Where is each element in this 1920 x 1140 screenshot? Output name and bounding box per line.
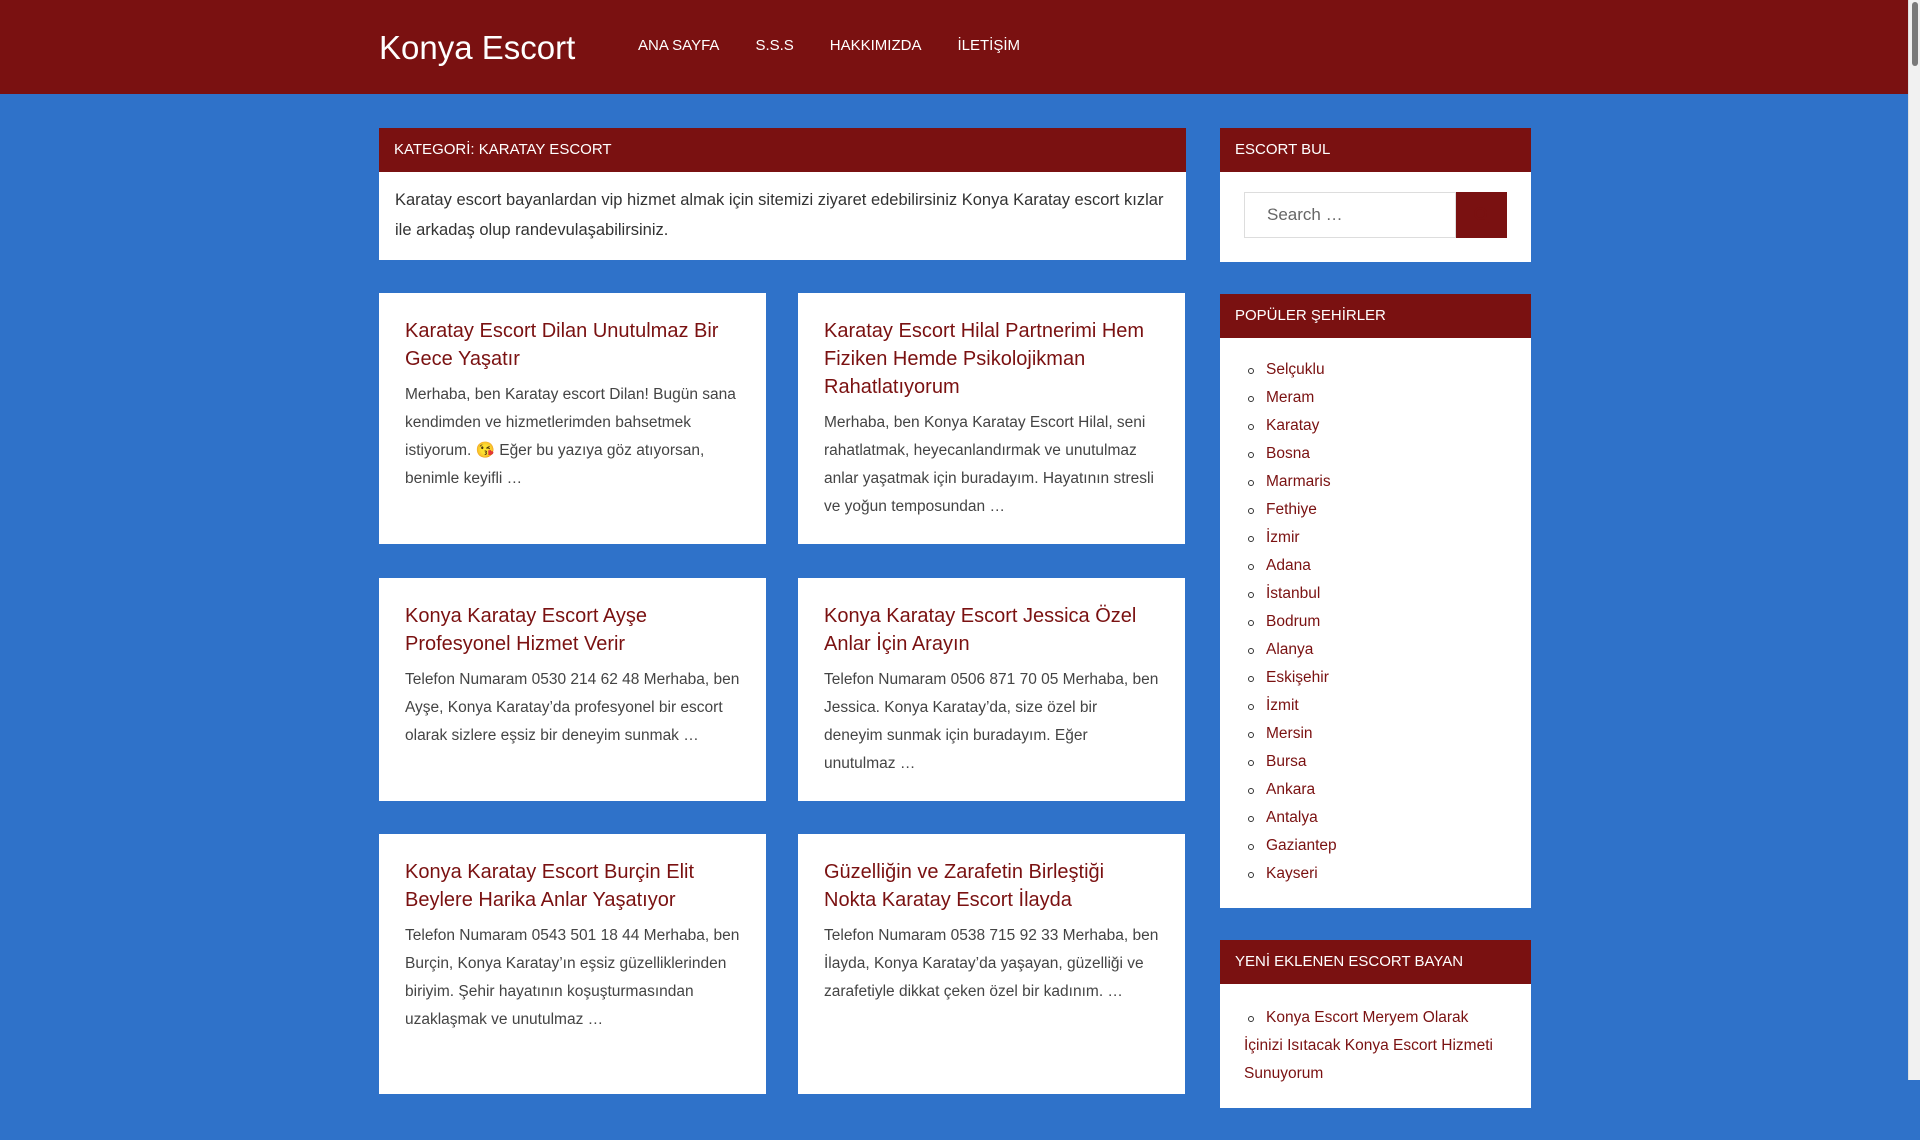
city-link-meram[interactable]: Meram bbox=[1244, 384, 1507, 412]
site-header: Konya Escort ANA SAYFA S.S.S HAKKIMIZDA … bbox=[0, 0, 1908, 94]
post-card: Konya Karatay Escort Ayşe Profesyonel Hi… bbox=[379, 578, 766, 801]
city-link-istanbul[interactable]: İstanbul bbox=[1244, 580, 1507, 608]
recent-posts-widget: YENİ EKLENEN ESCORT BAYAN Konya Escort M… bbox=[1220, 940, 1531, 1108]
post-excerpt: Merhaba, ben Konya Karatay Escort Hilal,… bbox=[824, 414, 1154, 515]
recent-posts-list: Konya Escort Meryem Olarak İçinizi Isıta… bbox=[1220, 984, 1531, 1108]
search-form bbox=[1244, 192, 1507, 238]
post-excerpt: Telefon Numaram 0543 501 18 44 Merhaba, … bbox=[405, 927, 740, 1028]
search-button[interactable] bbox=[1456, 192, 1507, 238]
archive-description: Karatay escort bayanlardan vip hizmet al… bbox=[395, 191, 1164, 239]
post-card: Konya Karatay Escort Burçin Elit Beylere… bbox=[379, 834, 766, 1094]
city-link-antalya[interactable]: Antalya bbox=[1244, 804, 1507, 832]
post-card: Güzelliğin ve Zarafetin Birleştiği Nokta… bbox=[798, 834, 1185, 1094]
post-card: Konya Karatay Escort Jessica Özel Anlar … bbox=[798, 578, 1185, 801]
city-link-fethiye[interactable]: Fethiye bbox=[1244, 496, 1507, 524]
city-link-mersin[interactable]: Mersin bbox=[1244, 720, 1507, 748]
recent-post-link[interactable]: Konya Escort Meryem Olarak İçinizi Isıta… bbox=[1244, 1009, 1493, 1082]
scrollbar-thumb[interactable] bbox=[1912, 2, 1918, 66]
main-content: KATEGORİ: KARATAY ESCORT Karatay escort … bbox=[379, 128, 1186, 1094]
recent-post-item: Konya Escort Meryem Olarak İçinizi Isıta… bbox=[1244, 1004, 1507, 1088]
site-title-link[interactable]: Konya Escort bbox=[379, 28, 575, 68]
city-link-bosna[interactable]: Bosna bbox=[1244, 440, 1507, 468]
city-link-kayseri[interactable]: Kayseri bbox=[1244, 860, 1507, 888]
city-link-marmaris[interactable]: Marmaris bbox=[1244, 468, 1507, 496]
city-link-karatay[interactable]: Karatay bbox=[1244, 412, 1507, 440]
post-card: Karatay Escort Hilal Partnerimi Hem Fizi… bbox=[798, 293, 1185, 544]
city-link-eskisehir[interactable]: Eskişehir bbox=[1244, 664, 1507, 692]
post-card: Karatay Escort Dilan Unutulmaz Bir Gece … bbox=[379, 293, 766, 544]
city-link-alanya[interactable]: Alanya bbox=[1244, 636, 1507, 664]
post-title-link[interactable]: Karatay Escort Dilan Unutulmaz Bir Gece … bbox=[405, 317, 740, 373]
recent-posts-title: YENİ EKLENEN ESCORT BAYAN bbox=[1220, 940, 1531, 984]
search-input[interactable] bbox=[1244, 192, 1456, 238]
city-link-gaziantep[interactable]: Gaziantep bbox=[1244, 832, 1507, 860]
city-link-izmit[interactable]: İzmit bbox=[1244, 692, 1507, 720]
nav-item-ana-sayfa[interactable]: ANA SAYFA bbox=[620, 36, 737, 56]
post-excerpt: Telefon Numaram 0506 871 70 05 Merhaba, … bbox=[824, 671, 1159, 772]
city-link-ankara[interactable]: Ankara bbox=[1244, 776, 1507, 804]
post-title-link[interactable]: Karatay Escort Hilal Partnerimi Hem Fizi… bbox=[824, 317, 1159, 401]
city-link-izmir[interactable]: İzmir bbox=[1244, 524, 1507, 552]
city-link-bursa[interactable]: Bursa bbox=[1244, 748, 1507, 776]
city-list: Selçuklu Meram Karatay Bosna Marmaris Fe… bbox=[1220, 338, 1531, 908]
page: Konya Escort ANA SAYFA S.S.S HAKKIMIZDA … bbox=[0, 0, 1908, 1108]
search-widget-body bbox=[1220, 172, 1531, 262]
popular-cities-title: POPÜLER ŞEHİRLER bbox=[1220, 294, 1531, 338]
page-scrollbar[interactable] bbox=[1908, 0, 1920, 1080]
post-excerpt: Merhaba, ben Karatay escort Dilan! Bugün… bbox=[405, 386, 736, 487]
post-title-link[interactable]: Konya Karatay Escort Burçin Elit Beylere… bbox=[405, 858, 740, 914]
main-navigation: ANA SAYFA S.S.S HAKKIMIZDA İLETİŞİM bbox=[620, 36, 1038, 56]
search-widget-title: ESCORT BUL bbox=[1220, 128, 1531, 172]
post-excerpt: Telefon Numaram 0538 715 92 33 Merhaba, … bbox=[824, 927, 1159, 1000]
post-title-link[interactable]: Güzelliğin ve Zarafetin Birleştiği Nokta… bbox=[824, 858, 1159, 914]
search-icon bbox=[1473, 207, 1490, 223]
city-link-bodrum[interactable]: Bodrum bbox=[1244, 608, 1507, 636]
city-link-adana[interactable]: Adana bbox=[1244, 552, 1507, 580]
post-title-link[interactable]: Konya Karatay Escort Ayşe Profesyonel Hi… bbox=[405, 602, 740, 658]
nav-item-sss[interactable]: S.S.S bbox=[737, 36, 811, 56]
archive-title: KATEGORİ: KARATAY ESCORT bbox=[379, 128, 1186, 172]
post-title-link[interactable]: Konya Karatay Escort Jessica Özel Anlar … bbox=[824, 602, 1159, 658]
archive-header: KATEGORİ: KARATAY ESCORT Karatay escort … bbox=[379, 128, 1186, 260]
nav-item-iletisim[interactable]: İLETİŞİM bbox=[939, 36, 1038, 56]
post-excerpt: Telefon Numaram 0530 214 62 48 Merhaba, … bbox=[405, 671, 740, 744]
list-bullet bbox=[1248, 1016, 1254, 1022]
nav-item-hakkimizda[interactable]: HAKKIMIZDA bbox=[812, 36, 940, 56]
sidebar: ESCORT BUL POPÜLER ŞEHİRLER Selçuklu Me bbox=[1220, 128, 1531, 1140]
city-link-selcuklu[interactable]: Selçuklu bbox=[1244, 356, 1507, 384]
search-widget: ESCORT BUL bbox=[1220, 128, 1531, 262]
popular-cities-widget: POPÜLER ŞEHİRLER Selçuklu Meram Karatay … bbox=[1220, 294, 1531, 908]
